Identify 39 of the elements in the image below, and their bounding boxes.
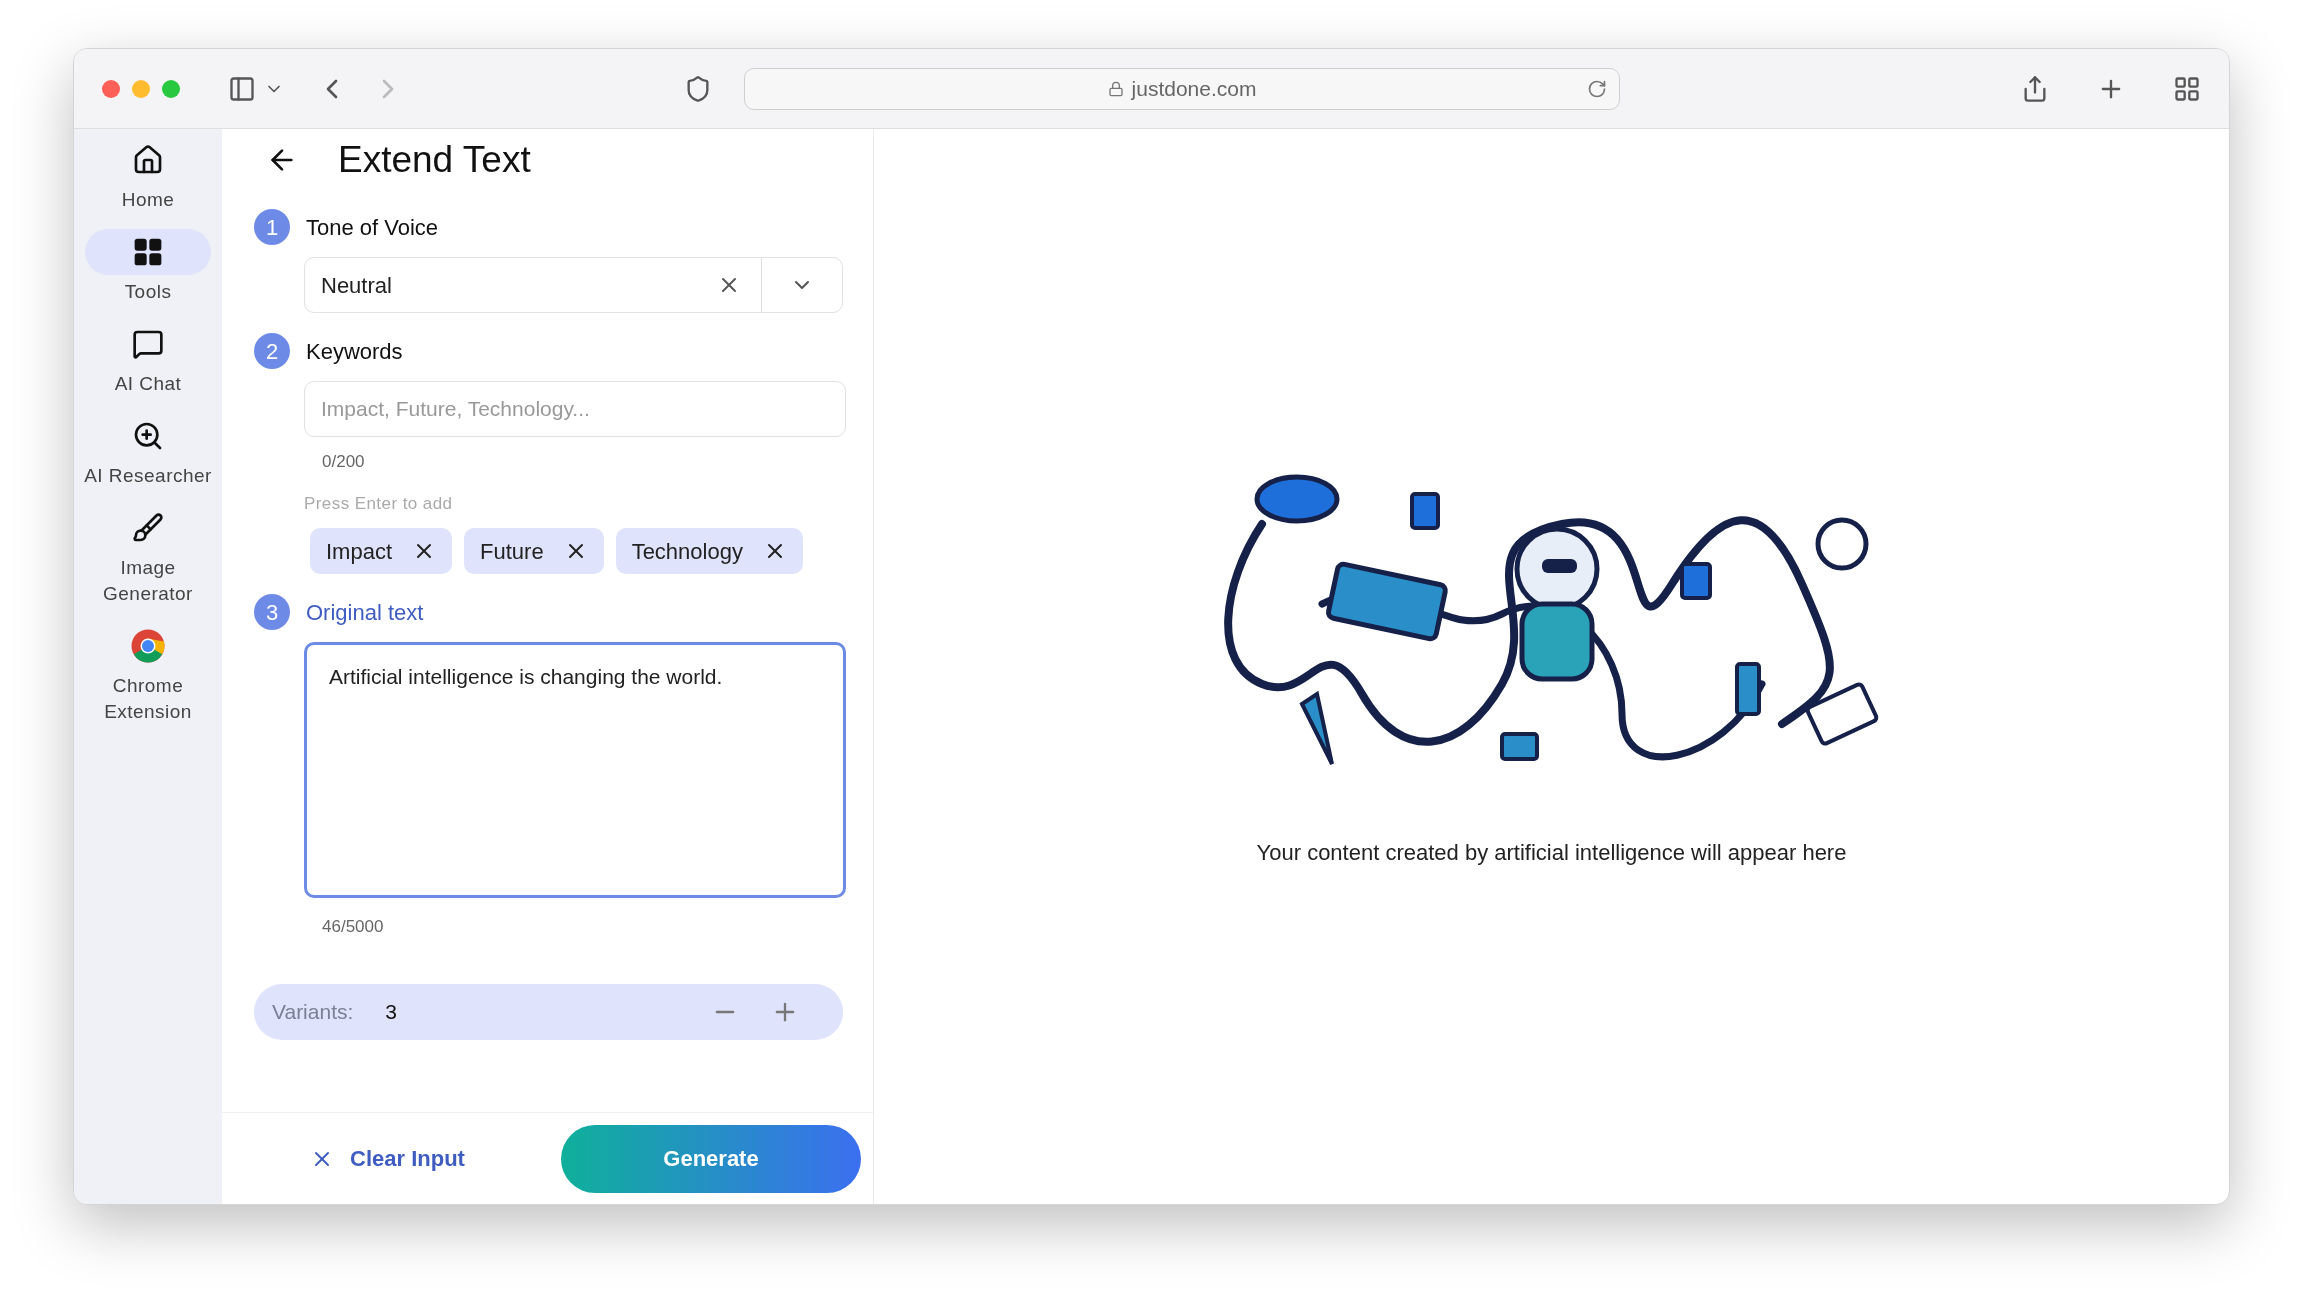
lock-icon — [1107, 80, 1124, 97]
step-number: 1 — [254, 209, 290, 245]
keywords-counter: 0/200 — [322, 451, 366, 473]
keyword-tag: Technology — [615, 528, 803, 574]
sidebar-item[interactable]: Home — [84, 137, 212, 213]
field-label: Original text — [306, 598, 424, 627]
address-bar[interactable]: justdone.com — [744, 67, 1620, 110]
grid-icon — [132, 236, 164, 268]
sidebar-item[interactable]: AI Researcher — [84, 413, 212, 489]
home-icon — [132, 144, 164, 176]
sidebar-item[interactable]: AI Chat — [84, 321, 212, 397]
zoom-in-icon — [132, 420, 164, 452]
sidebar-item[interactable]: Image Generator — [84, 505, 212, 607]
close-window-icon[interactable] — [102, 79, 120, 98]
reload-icon[interactable] — [1587, 78, 1607, 99]
text-counter: 46/5000 — [322, 916, 385, 938]
clear-input-button[interactable]: Clear Input — [310, 1142, 465, 1175]
generate-button[interactable]: Generate — [561, 1124, 861, 1193]
variants-label: Variants: — [272, 998, 354, 1025]
chrome-logo-icon — [130, 628, 166, 664]
field-label: Keywords — [306, 337, 403, 366]
page-title: Extend Text — [338, 138, 531, 183]
tab-overview-icon[interactable] — [2173, 74, 2201, 103]
sidebar-item[interactable]: Chrome Extension — [84, 623, 212, 725]
url-text: justdone.com — [1131, 75, 1257, 102]
keyword-tag: Impact — [310, 528, 453, 574]
chat-icon — [132, 328, 164, 360]
keywords-hint: Press Enter to add — [304, 492, 454, 515]
field-label: Tone of Voice — [306, 213, 439, 242]
original-text-area[interactable]: Artificial intelligence is changing the world. — [304, 642, 846, 898]
step-number: 2 — [254, 333, 290, 369]
empty-output-message: Your content created by artificial intelligence will appear here — [1256, 839, 1847, 867]
keywords-input[interactable]: Impact, Future, Technology... — [304, 381, 846, 437]
step-number: 3 — [254, 594, 290, 630]
keyword-tag: Future — [464, 528, 604, 574]
variants-value: 3 — [385, 998, 397, 1025]
tone-select[interactable]: Neutral — [304, 257, 843, 313]
brush-icon — [132, 512, 164, 544]
sidebar-toggle-icon[interactable] — [228, 74, 256, 103]
